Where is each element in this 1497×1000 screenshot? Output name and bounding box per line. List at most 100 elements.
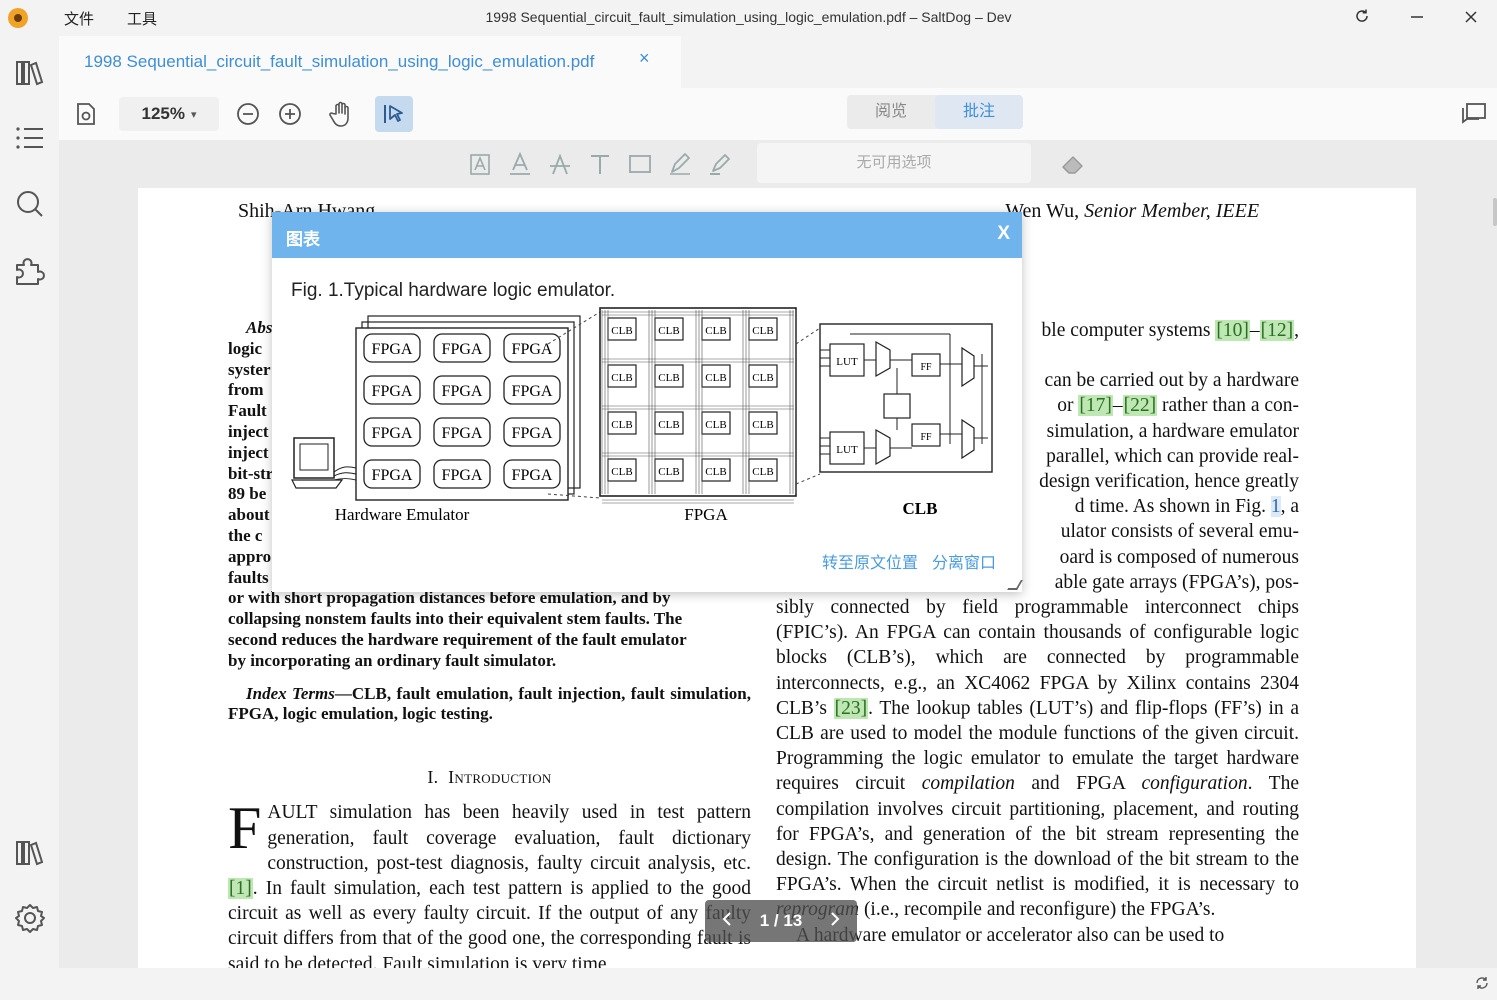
sync-icon[interactable] [1475,976,1489,995]
clb-cell-label: CLB [658,325,679,337]
drop-cap: F [228,795,262,862]
fpga-chip-label: FPGA [512,467,553,484]
chevron-down-icon: ▾ [190,108,197,121]
minimize-button[interactable] [1404,6,1430,30]
clb-cell-label: CLB [752,466,773,478]
outline-list-icon[interactable] [10,118,50,158]
fpga-chip-label: FPGA [372,341,413,358]
hardware-emulator-diagram: FPGA FPGA FPGA FPGA FPGA FPGA FPGA FPGA FPGA FPGA… [291,307,993,524]
hand-pan-icon[interactable] [322,96,360,132]
vertical-scrollbar[interactable] [1493,198,1497,226]
view-mode-switch: 阅览 批注 [847,95,1023,129]
tab-strip: 1998 Sequential_circuit_fault_simulation… [59,36,1497,88]
clb-cell-label: CLB [705,372,726,384]
previous-page-icon[interactable] [721,911,733,932]
zoom-select[interactable]: 125% ▾ [119,97,219,131]
highlighter-icon[interactable] [704,148,736,180]
bookshelf-icon[interactable] [10,832,50,872]
zoom-value: 125% [141,104,185,123]
citation-link[interactable]: [23] [833,697,869,719]
pen-icon[interactable] [664,148,696,180]
comments-panel-icon[interactable] [1455,96,1493,132]
detach-window-link[interactable]: 分离窗口 [932,549,996,573]
clb-detail: LUT LUT FF FF [819,323,993,473]
ff-label-top: FF [920,362,932,373]
abstract-tail: or with short propagation distances befo… [228,588,687,670]
figure-reference-link[interactable]: 1 [1270,496,1281,518]
page-indicator: 1 / 13 [759,911,803,930]
tab-annotate-mode[interactable]: 批注 [935,95,1023,129]
figure-caption: Fig. 1.Typical hardware logic emulator. [291,280,616,301]
clb-cell-label: CLB [658,419,679,431]
text-select-tool-icon[interactable] [375,96,413,132]
fpga-chip-label: FPGA [372,425,413,442]
tab-close-icon[interactable]: × [639,48,650,69]
clb-cell-label: CLB [611,466,632,478]
zoom-in-icon[interactable] [271,96,309,132]
fpga-chip-label: FPGA [372,467,413,484]
close-window-button[interactable] [1458,6,1484,30]
tab-reading-mode[interactable]: 阅览 [847,95,935,129]
citation-link[interactable]: [1] [228,877,253,899]
label-fpga: FPGA [684,505,728,524]
fpga-chip-label: FPGA [512,383,553,400]
document-tab-label: 1998 Sequential_circuit_fault_simulation… [84,52,595,71]
figure-popup-header[interactable]: 图表 X [272,212,1022,258]
lut-label-bottom: LUT [836,444,858,456]
status-bar [0,968,1497,1000]
fpga-chip-label: FPGA [442,467,483,484]
menu-tools[interactable]: 工具 [127,8,157,29]
rectangle-icon[interactable] [624,148,656,180]
label-clb: CLB [903,499,938,518]
document-tab[interactable]: 1998 Sequential_circuit_fault_simulation… [59,36,681,88]
text-strikethrough-icon[interactable] [544,148,576,180]
lut-label-top: LUT [836,356,858,368]
settings-gear-icon[interactable] [10,898,50,938]
zoom-out-icon[interactable] [229,96,267,132]
annotation-options-placeholder: 无可用选项 [757,143,1031,183]
clb-cell-label: CLB [752,372,773,384]
clb-cell-label: CLB [611,325,632,337]
resize-grip-icon[interactable] [1007,580,1023,590]
document-info-icon[interactable] [67,96,105,132]
workstation-icon [291,437,357,489]
text-highlight-icon[interactable] [464,148,496,180]
menu-file[interactable]: 文件 [64,8,94,29]
label-hardware-emulator: Hardware Emulator [335,505,470,524]
clb-cell-label: CLB [752,325,773,337]
figure-popup: 图表 X Fig. 1.Typical hardware logic emula… [272,212,1023,592]
refresh-window-icon[interactable] [1349,6,1375,30]
fpga-chip-label: FPGA [442,425,483,442]
library-icon[interactable] [10,52,50,92]
eraser-icon[interactable] [1057,148,1089,180]
fpga-chip-label: FPGA [372,383,413,400]
next-page-icon[interactable] [829,911,841,932]
clb-cell-label: CLB [658,466,679,478]
left-sidebar [0,36,59,968]
plugin-puzzle-icon[interactable] [10,250,50,290]
section-heading: I. Introduction [427,767,552,788]
clb-cell-label: CLB [752,419,773,431]
search-icon[interactable] [10,184,50,224]
fpga-chip-label: FPGA [512,341,553,358]
citation-link[interactable]: [22] [1122,395,1158,417]
text-underline-icon[interactable] [504,148,536,180]
citation-link[interactable]: [10] [1215,320,1250,341]
clb-cell-label: CLB [705,325,726,337]
goto-source-link[interactable]: 转至原文位置 [822,549,918,573]
citation-link[interactable]: [12] [1259,320,1295,341]
clb-cell-label: CLB [705,419,726,431]
fpga-chip-label: FPGA [442,341,483,358]
ff-label-bottom: FF [920,432,932,443]
clb-cell-label: CLB [611,372,632,384]
citation-link[interactable]: [17] [1078,395,1113,417]
page-navigator: 1 / 13 [705,900,857,942]
title-bar: 文件 工具 1998 Sequential_circuit_fault_simu… [0,0,1497,36]
text-box-icon[interactable] [584,148,616,180]
fpga-chip-label: FPGA [512,425,553,442]
clb-cell-label: CLB [705,466,726,478]
routing-channel [602,499,794,504]
figure-popup-close-button[interactable]: X [997,223,1010,245]
window-title: 1998 Sequential_circuit_fault_simulation… [485,9,1012,25]
app-logo-icon [8,8,28,28]
